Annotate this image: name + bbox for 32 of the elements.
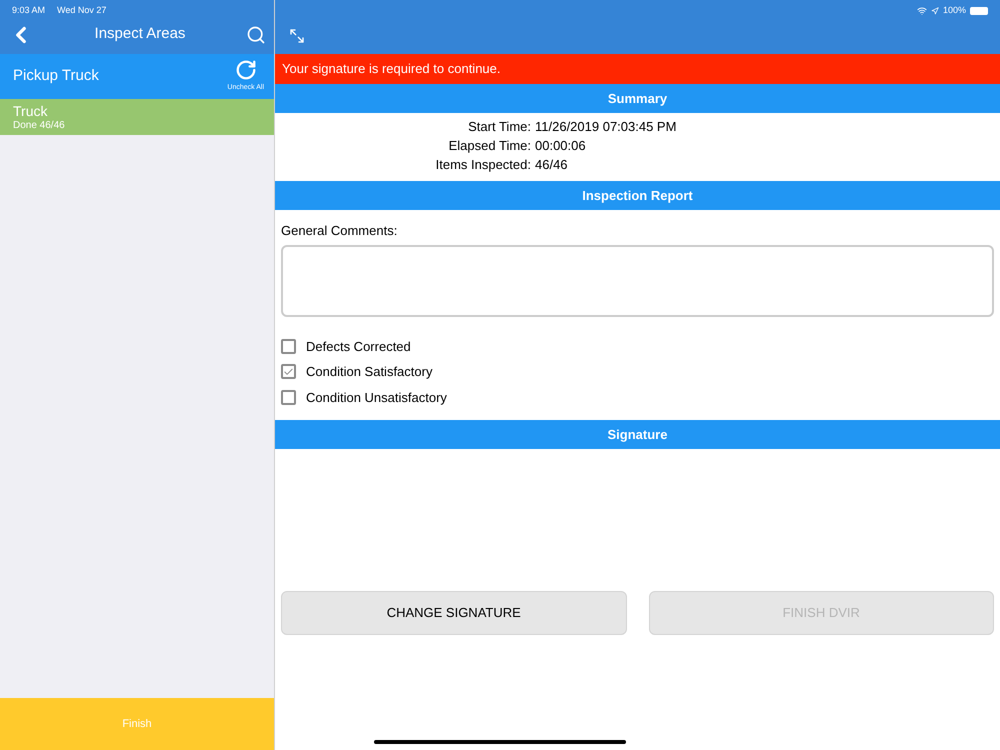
checkbox-label: Defects Corrected [306,338,411,356]
group-title: Pickup Truck [13,66,99,86]
checkbox-label: Condition Unsatisfactory [306,388,447,407]
section-header: Summary [275,84,1000,113]
battery-percent: 100% [942,4,966,17]
expand-icon[interactable] [289,28,305,44]
status-date: Wed Nov 27 [57,4,106,17]
summary-value: 00:00:06 [535,137,586,155]
action-button[interactable]: CHANGE SIGNATURE [281,591,626,635]
search-icon[interactable] [246,24,266,44]
finish-button[interactable]: Finish [0,698,274,750]
comments-label: General Comments: [281,222,398,240]
checkbox-label: Condition Satisfactory [306,363,432,381]
section-header: Signature [275,420,1000,449]
summary-value: 46/46 [535,156,568,174]
checkbox[interactable] [281,390,296,405]
error-banner: Your signature is required to continue. [275,54,1000,84]
section-header: Inspection Report [275,181,1000,210]
status-time: 9:03 AM [12,4,46,17]
summary-label: Items Inspected: [434,156,532,174]
comments-field[interactable] [281,244,994,316]
wifi-icon [916,6,927,16]
summary-label: Elapsed Time: [448,137,532,155]
battery-icon [970,6,988,15]
checkbox[interactable] [281,338,296,354]
sidebar-title: Inspect Areas [94,24,186,44]
location-icon [930,6,939,15]
summary-value: 11/26/2019 07:03:45 PM [535,118,676,136]
summary-label: Start Time: [467,118,532,136]
checkbox[interactable] [281,364,296,380]
area-item[interactable]: Truck Done 46/46 [0,99,274,135]
refresh-icon [234,59,257,82]
